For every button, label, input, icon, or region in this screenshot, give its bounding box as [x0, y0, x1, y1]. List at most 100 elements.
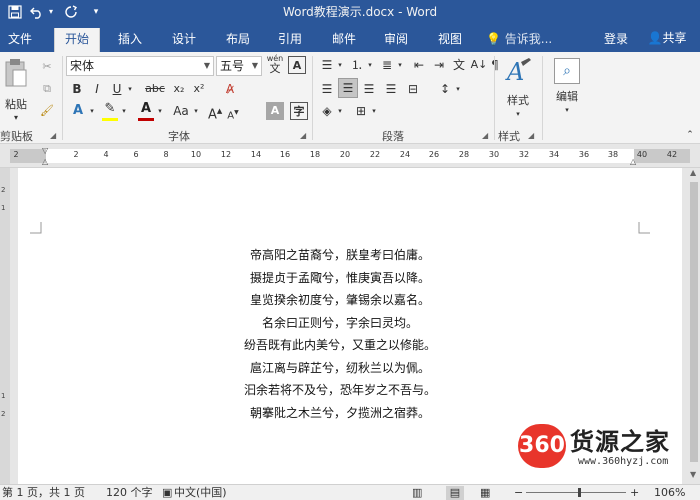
zoom-in-icon[interactable]: +: [630, 486, 639, 500]
underline-dropdown-icon[interactable]: ▾: [126, 80, 134, 98]
align-right-icon[interactable]: ☰: [360, 80, 378, 98]
tab-design[interactable]: 设计: [164, 28, 204, 52]
format-painter-icon[interactable]: 🖌: [38, 102, 56, 120]
shading-icon[interactable]: ◈: [318, 102, 336, 120]
font-launcher-icon[interactable]: ◢: [300, 131, 306, 140]
underline-button[interactable]: U: [108, 80, 126, 98]
proofing-icon[interactable]: ▣: [162, 486, 172, 500]
numbering-dropdown-icon[interactable]: ▾: [366, 56, 374, 74]
font-color-dropdown-icon[interactable]: ▾: [156, 102, 164, 120]
line-spacing-dropdown-icon[interactable]: ▾: [454, 80, 462, 98]
sort-icon[interactable]: A↓: [470, 56, 488, 74]
undo-dropdown-icon[interactable]: ▾: [46, 2, 56, 22]
line-spacing-icon[interactable]: ↕: [436, 80, 454, 98]
multilevel-dropdown-icon[interactable]: ▾: [396, 56, 404, 74]
tab-mailings[interactable]: 邮件: [326, 28, 362, 52]
font-name-dropdown[interactable]: 宋体 ▼: [66, 56, 214, 76]
character-shading-icon[interactable]: A: [266, 102, 284, 120]
save-icon[interactable]: [6, 2, 24, 22]
ruler-tick: 26: [428, 150, 440, 159]
font-color-icon[interactable]: A: [136, 100, 156, 118]
styles-label: 样式: [507, 94, 529, 107]
text-effects-icon[interactable]: A: [68, 102, 88, 120]
superscript-button[interactable]: x²: [190, 80, 208, 98]
italic-button[interactable]: I: [88, 80, 106, 98]
tab-view[interactable]: 视图: [432, 28, 468, 52]
justify-icon[interactable]: ☰: [382, 80, 400, 98]
font-size-dropdown[interactable]: 五号 ▼: [216, 56, 262, 76]
tab-layout[interactable]: 布局: [218, 28, 258, 52]
paste-button[interactable]: 粘贴 ▾: [2, 58, 30, 122]
window-title: Word教程演示.docx - Word: [282, 5, 438, 19]
phonetic-guide-button[interactable]: wén 文: [264, 54, 286, 74]
hanging-indent-icon[interactable]: △: [42, 157, 48, 166]
align-left-icon[interactable]: ☰: [318, 80, 336, 98]
tab-references[interactable]: 引用: [272, 28, 308, 52]
clipboard-launcher-icon[interactable]: ◢: [50, 131, 56, 140]
tab-review[interactable]: 审阅: [378, 28, 414, 52]
character-border-icon[interactable]: 字: [290, 102, 308, 120]
distributed-icon[interactable]: ⊟: [404, 80, 422, 98]
numbering-icon[interactable]: ⒈: [348, 56, 366, 74]
document-body[interactable]: 帝高阳之苗裔兮，朕皇考曰伯庸。 摄提贞于孟陬兮，惟庚寅吾以降。 皇览揆余初度兮，…: [0, 244, 680, 424]
highlight-dropdown-icon[interactable]: ▾: [120, 102, 128, 120]
align-center-icon[interactable]: ☰: [338, 78, 358, 98]
strikethrough-button[interactable]: abc: [142, 80, 168, 98]
collapse-ribbon-icon[interactable]: ⌃: [684, 126, 696, 144]
tab-file[interactable]: 文件: [0, 28, 40, 52]
customize-qat-icon[interactable]: ▾: [90, 2, 102, 22]
decrease-indent-icon[interactable]: ⇤: [410, 56, 428, 74]
borders-dropdown-icon[interactable]: ▾: [370, 102, 378, 120]
zoom-slider[interactable]: [526, 492, 626, 493]
first-line-indent-icon[interactable]: ▽: [42, 146, 48, 155]
ribbon-tabs: 文件 开始 插入 设计 布局 引用 邮件 审阅 视图 💡 告诉我... 登录 👤…: [0, 24, 700, 52]
enclose-char-button[interactable]: A: [288, 56, 306, 74]
web-layout-icon[interactable]: ▦: [480, 486, 490, 500]
ruler-tick: 20: [339, 150, 351, 159]
paragraph-launcher-icon[interactable]: ◢: [482, 131, 488, 140]
tell-me-box[interactable]: 💡 告诉我...: [486, 28, 552, 52]
change-case-dropdown-icon[interactable]: ▾: [192, 102, 200, 120]
paste-label: 粘贴: [5, 98, 27, 111]
bullets-icon[interactable]: ☰: [318, 56, 336, 74]
editing-button[interactable]: ⌕ 编辑 ▾: [548, 56, 586, 122]
horizontal-ruler[interactable]: ▽ △ △ 2 2 4 6 8 10 12 14 16 18 20 22 24 26 28 30 32 34 36 3…: [0, 144, 700, 168]
borders-icon[interactable]: ⊞: [352, 102, 370, 120]
font-group-label: 字体: [168, 130, 190, 143]
zoom-out-icon[interactable]: −: [514, 486, 523, 500]
bold-button[interactable]: B: [68, 80, 86, 98]
print-layout-icon[interactable]: ▤: [446, 486, 464, 500]
clipboard-icon: [5, 59, 27, 87]
read-mode-icon[interactable]: ▥: [412, 486, 422, 500]
tab-insert[interactable]: 插入: [110, 28, 150, 52]
sign-in-link[interactable]: 登录: [604, 28, 628, 52]
clear-formatting-icon[interactable]: A̷: [220, 80, 240, 98]
increase-indent-icon[interactable]: ⇥: [430, 56, 448, 74]
bullets-dropdown-icon[interactable]: ▾: [336, 56, 344, 74]
watermark-logo: 360: [518, 424, 566, 468]
copy-icon[interactable]: ⧉: [38, 80, 56, 98]
subscript-button[interactable]: x₂: [170, 80, 188, 98]
page-count[interactable]: 第 1 页，共 1 页: [2, 486, 85, 500]
highlight-color-icon[interactable]: ✎: [100, 100, 120, 118]
shrink-font-icon[interactable]: A▼: [226, 104, 240, 125]
ruler-tick: 18: [309, 150, 321, 159]
zoom-level[interactable]: 106%: [654, 486, 685, 500]
styles-launcher-icon[interactable]: ◢: [528, 131, 534, 140]
text-effects-dropdown-icon[interactable]: ▾: [88, 102, 96, 120]
redo-icon[interactable]: [62, 2, 80, 22]
word-count[interactable]: 120 个字: [106, 486, 153, 500]
tab-home[interactable]: 开始: [54, 28, 100, 52]
zoom-slider-thumb[interactable]: [578, 488, 581, 497]
cut-icon[interactable]: ✂: [38, 58, 56, 76]
styles-button[interactable]: A 样式 ▾: [498, 56, 538, 122]
multilevel-list-icon[interactable]: ≣: [378, 56, 396, 74]
scroll-up-icon[interactable]: ▲: [690, 168, 696, 177]
chinese-layout-icon[interactable]: 文: [450, 56, 468, 74]
grow-font-icon[interactable]: A▲: [208, 102, 222, 124]
change-case-button[interactable]: Aa: [170, 102, 192, 120]
shading-dropdown-icon[interactable]: ▾: [336, 102, 344, 120]
language[interactable]: 中文(中国): [174, 486, 227, 500]
undo-icon[interactable]: [28, 2, 46, 22]
share-button[interactable]: 👤共享: [641, 28, 693, 50]
